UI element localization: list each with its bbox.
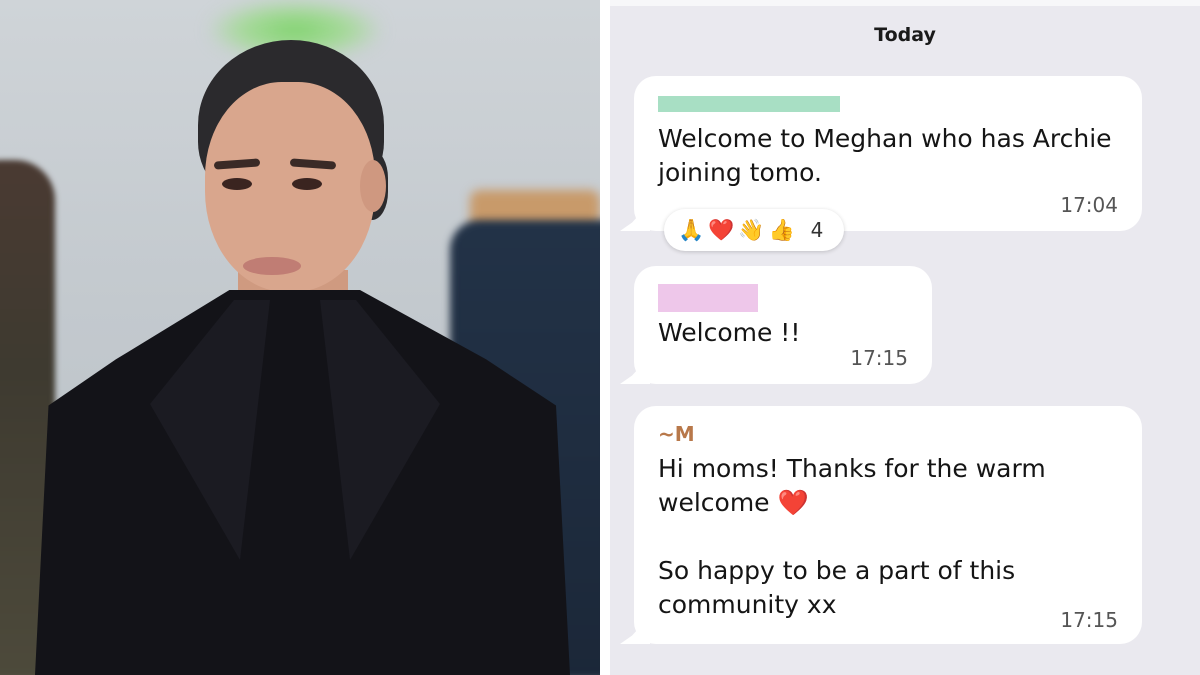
left-eye: [222, 178, 252, 190]
message-text: Welcome !!: [658, 318, 801, 347]
lips: [243, 257, 301, 275]
heart-emoji: ❤️: [708, 217, 735, 242]
bubble-tail: [620, 203, 650, 231]
portrait-photo: [0, 0, 600, 675]
message-text: Hi moms! Thanks for the warm welcome ❤️ …: [658, 454, 1046, 619]
sender-name: ~M: [658, 422, 695, 446]
redacted-sender-name: [658, 284, 758, 312]
message-timestamp: 17:04: [1060, 193, 1118, 217]
ear: [360, 160, 386, 212]
message-bubble[interactable]: ~M Hi moms! Thanks for the warm welcome …: [620, 406, 1142, 644]
bubble-tail: [620, 356, 650, 384]
message-bubble[interactable]: Welcome !! 17:15: [620, 266, 932, 384]
message-bubble[interactable]: Welcome to Meghan who has Archie joining…: [620, 76, 1142, 231]
chat-panel: Today Welcome to Meghan who has Archie j…: [610, 0, 1200, 675]
waving-hand-emoji: 👋: [738, 217, 765, 242]
message-timestamp: 17:15: [850, 346, 908, 370]
bubble-tail: [620, 616, 650, 644]
date-separator: Today: [874, 24, 936, 46]
message-timestamp: 17:15: [1060, 608, 1118, 632]
message-text: Welcome to Meghan who has Archie joining…: [658, 124, 1112, 187]
reaction-count: 4: [810, 218, 824, 242]
thumbs-up-emoji: 👍: [768, 217, 795, 242]
folded-hands-emoji: 🙏: [678, 217, 705, 242]
redacted-sender-name: [658, 96, 840, 112]
reactions-pill[interactable]: 🙏 ❤️ 👋 👍 4: [664, 209, 844, 251]
right-eye: [292, 178, 322, 190]
blazer-left: [35, 290, 305, 675]
